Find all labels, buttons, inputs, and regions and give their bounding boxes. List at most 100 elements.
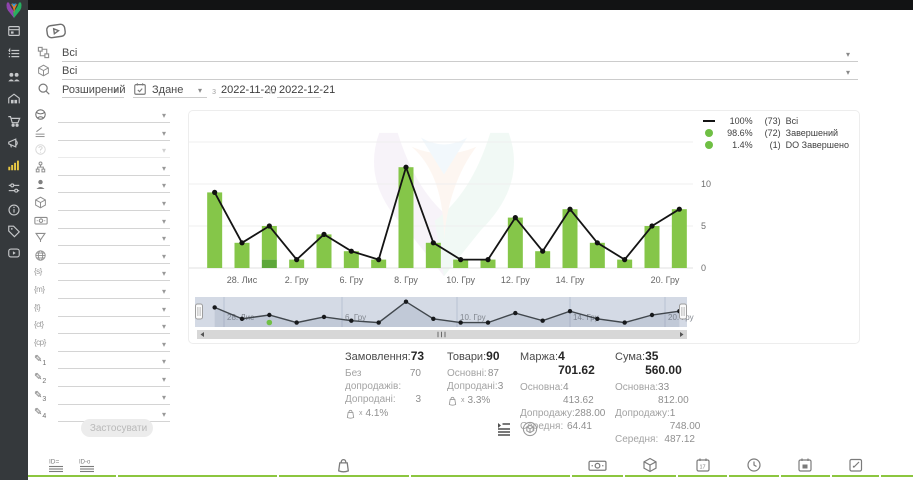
line-point[interactable] — [513, 215, 518, 220]
table-header-cell[interactable] — [832, 455, 879, 477]
filter-row-price-lines[interactable]: ▾ — [34, 126, 174, 142]
clock-icon[interactable] — [746, 457, 762, 473]
chevron-down-icon[interactable]: ▾ — [162, 375, 166, 384]
line-point[interactable] — [294, 257, 299, 262]
table-header-cell[interactable] — [729, 455, 778, 477]
table-header-cell[interactable] — [881, 455, 913, 477]
legend-item[interactable]: 100%(73)Всі — [701, 115, 849, 127]
table-header-cell[interactable] — [279, 455, 409, 477]
chevron-down-icon[interactable]: ▾ — [162, 199, 166, 208]
chevron-down-icon[interactable]: ▾ — [162, 252, 166, 261]
chevron-down-icon[interactable]: ▾ — [162, 217, 166, 226]
chevron-down-icon[interactable]: ▾ — [162, 129, 166, 138]
filter-row-custom-2[interactable]: ✎2▾ — [34, 372, 174, 388]
line-point[interactable] — [267, 223, 272, 228]
apply-button[interactable]: Застосувати — [81, 419, 153, 437]
info-icon[interactable] — [7, 203, 21, 217]
chevron-down-icon[interactable]: ▾ — [162, 269, 166, 278]
table-header-cell[interactable] — [118, 455, 277, 477]
bar-segment-completed[interactable] — [672, 209, 687, 268]
table-header-cell[interactable]: 17 — [678, 455, 727, 477]
filter-row-custom-1[interactable]: ✎1▾ — [34, 354, 174, 370]
line-point[interactable] — [595, 240, 600, 245]
filter-row-utm-sutm-[interactable]: {s}▾ — [34, 266, 174, 282]
table-header-cell[interactable] — [572, 455, 623, 477]
chevron-down-icon[interactable]: ▾ — [114, 86, 118, 95]
chevron-down-icon[interactable]: ▾ — [162, 287, 166, 296]
filter-row-sphere[interactable]: ▾ — [34, 108, 174, 124]
table-header-cell[interactable]: ID= ID-o — [28, 455, 116, 477]
bar-segment-do[interactable] — [262, 260, 277, 268]
line-point[interactable] — [321, 232, 326, 237]
navigator-right-handle[interactable] — [680, 304, 687, 319]
chevron-down-icon[interactable]: ▾ — [162, 393, 166, 402]
chevron-down-icon[interactable]: ▾ — [846, 68, 850, 77]
filter-row-cube[interactable]: ▾ — [34, 196, 174, 212]
line-point[interactable] — [349, 249, 354, 254]
bag-icon[interactable] — [336, 457, 351, 473]
orders-icon[interactable] — [7, 47, 21, 61]
filter-row-utm-ctutm-[interactable]: {ct}▾ — [34, 319, 174, 335]
filter-row-person[interactable]: ▾ — [34, 178, 174, 194]
date-field-select[interactable]: Здане — [152, 84, 183, 96]
legend-item[interactable]: 1.4%(1)DO Завершено — [701, 139, 849, 151]
search-icon[interactable] — [37, 82, 51, 101]
cube-icon[interactable] — [642, 457, 658, 473]
filter-row-hierarchy[interactable]: ▾ — [34, 161, 174, 177]
dashboard-icon[interactable] — [7, 24, 21, 38]
product-filter[interactable]: Всі — [62, 65, 77, 77]
line-point[interactable] — [485, 257, 490, 262]
analytics-icon[interactable] — [7, 158, 21, 172]
line-point[interactable] — [376, 257, 381, 262]
table-header-cell[interactable] — [781, 455, 830, 477]
warehouse-icon[interactable] — [7, 92, 21, 106]
line-point[interactable] — [567, 207, 572, 212]
id-equals-icon[interactable]: ID= — [48, 457, 65, 474]
chevron-down-icon[interactable]: ▾ — [162, 164, 166, 173]
line-point[interactable] — [677, 207, 682, 212]
line-point[interactable] — [649, 223, 654, 228]
line-point[interactable] — [212, 190, 217, 195]
date-to-input[interactable]: 2022-12-21 — [279, 84, 335, 96]
id-dash-o-icon[interactable]: ID-o — [79, 457, 96, 474]
cart-icon[interactable] — [7, 114, 21, 128]
banknote-icon[interactable] — [588, 458, 607, 473]
table-header-cell[interactable] — [411, 455, 570, 477]
filter-row-banknote[interactable]: ▾ — [34, 214, 174, 230]
navigator-left-handle[interactable] — [196, 304, 203, 319]
brand-logo-icon[interactable] — [4, 1, 24, 21]
chevron-down-icon[interactable]: ▾ — [162, 146, 166, 155]
chevron-down-icon[interactable]: ▾ — [162, 305, 166, 314]
filter-row-funnel[interactable]: ▾ — [34, 231, 174, 247]
chevron-down-icon[interactable]: ▾ — [162, 410, 166, 419]
chevron-down-icon[interactable]: ▾ — [162, 357, 166, 366]
chevron-down-icon[interactable]: ▾ — [162, 111, 166, 120]
chevron-down-icon[interactable]: ▾ — [162, 234, 166, 243]
video-icon[interactable] — [7, 246, 21, 260]
line-point[interactable] — [622, 257, 627, 262]
line-point[interactable] — [239, 240, 244, 245]
chevron-down-icon[interactable]: ▾ — [846, 50, 850, 59]
tags-icon[interactable] — [7, 224, 21, 238]
play-badge-icon[interactable] — [45, 22, 67, 40]
filter-row-utm-cputm-[interactable]: {cp}▾ — [34, 337, 174, 353]
status-filter[interactable]: Всі — [62, 47, 77, 59]
list-view-toggle[interactable] — [496, 421, 512, 437]
edit-square-icon[interactable] — [848, 457, 864, 473]
chevron-down-icon[interactable]: ▾ — [162, 322, 166, 331]
filter-row-utm-mutm-[interactable]: {m}▾ — [34, 284, 174, 300]
calendar-box-icon[interactable] — [797, 457, 813, 473]
table-header-cell[interactable] — [625, 455, 676, 477]
filter-row-utm-tutm-[interactable]: {t}▾ — [34, 302, 174, 318]
chevron-down-icon[interactable]: ▾ — [162, 340, 166, 349]
settings-sliders-icon[interactable] — [7, 181, 21, 195]
calendar-17-icon[interactable]: 17 — [695, 457, 711, 473]
chevron-down-icon[interactable]: ▾ — [162, 181, 166, 190]
line-point[interactable] — [540, 249, 545, 254]
marketing-icon[interactable] — [7, 136, 21, 150]
product-view-toggle[interactable] — [522, 421, 538, 437]
filter-row-help[interactable]: ▾ — [34, 143, 174, 159]
line-point[interactable] — [431, 240, 436, 245]
filter-row-custom-3[interactable]: ✎3▾ — [34, 390, 174, 406]
line-point[interactable] — [403, 165, 408, 170]
